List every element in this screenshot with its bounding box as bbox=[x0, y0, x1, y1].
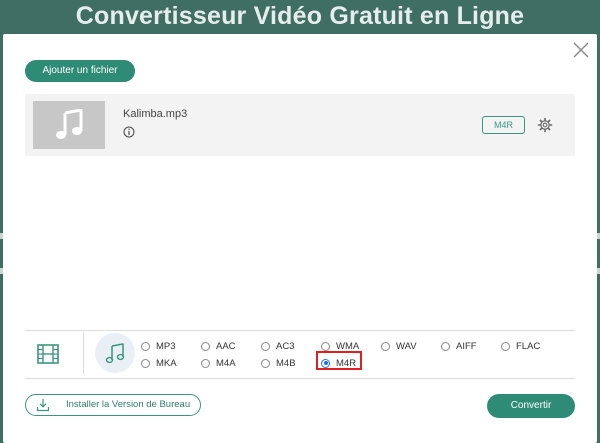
radio-button[interactable] bbox=[141, 341, 150, 351]
gear-icon[interactable] bbox=[537, 117, 553, 133]
radio-button[interactable] bbox=[261, 341, 270, 351]
info-icon[interactable] bbox=[123, 126, 135, 138]
divider bbox=[25, 378, 575, 379]
format-label: M4A bbox=[216, 357, 236, 369]
radio-button[interactable] bbox=[381, 341, 390, 351]
radio-button[interactable] bbox=[201, 341, 210, 351]
format-label: AIFF bbox=[456, 340, 477, 352]
radio-button[interactable] bbox=[261, 358, 270, 368]
tab-divider bbox=[83, 332, 84, 374]
radio-button[interactable] bbox=[501, 341, 510, 351]
format-label: WMA bbox=[336, 340, 360, 352]
output-format-badge[interactable]: M4R bbox=[482, 116, 525, 134]
install-desktop-button[interactable]: Installer la Version de Bureau bbox=[25, 394, 201, 416]
format-option-mp3[interactable]: MP3 bbox=[141, 339, 176, 353]
close-icon[interactable] bbox=[571, 40, 591, 60]
format-option-mka[interactable]: MKA bbox=[141, 356, 177, 370]
music-note-icon bbox=[105, 343, 125, 364]
video-format-tab-icon[interactable] bbox=[36, 342, 60, 366]
format-option-aac[interactable]: AAC bbox=[201, 339, 236, 353]
radio-button[interactable] bbox=[321, 341, 330, 351]
convert-button[interactable]: Convertir bbox=[487, 394, 575, 418]
format-label: FLAC bbox=[516, 340, 541, 352]
format-label: AAC bbox=[216, 340, 236, 352]
file-row: Kalimba.mp3 M4R bbox=[25, 94, 575, 156]
radio-button[interactable] bbox=[201, 358, 210, 368]
file-thumbnail bbox=[33, 101, 105, 149]
format-label: AC3 bbox=[276, 340, 295, 352]
format-label: WAV bbox=[396, 340, 417, 352]
music-note-icon bbox=[56, 109, 83, 139]
file-name: Kalimba.mp3 bbox=[123, 108, 188, 120]
format-option-m4b[interactable]: M4B bbox=[261, 356, 296, 370]
radio-button[interactable] bbox=[441, 341, 450, 351]
format-option-wav[interactable]: WAV bbox=[381, 339, 417, 353]
format-option-m4a[interactable]: M4A bbox=[201, 356, 236, 370]
add-file-button[interactable]: Ajouter un fichier bbox=[25, 60, 135, 82]
converter-dialog: Ajouter un fichier Kalimba.mp3 M4R MP3 A… bbox=[3, 34, 597, 443]
install-button-label: Installer la Version de Bureau bbox=[66, 399, 191, 410]
format-option-ac3[interactable]: AC3 bbox=[261, 339, 294, 353]
selection-highlight-box bbox=[316, 351, 362, 370]
format-label: MP3 bbox=[156, 340, 176, 352]
background-page-title: Convertisseur Vidéo Gratuit en Ligne bbox=[75, 2, 525, 30]
format-option-flac[interactable]: FLAC bbox=[501, 339, 540, 353]
download-icon bbox=[36, 399, 50, 412]
format-label: MKA bbox=[156, 357, 177, 369]
audio-format-tab[interactable] bbox=[95, 333, 135, 373]
divider bbox=[25, 330, 575, 331]
format-option-aiff[interactable]: AIFF bbox=[441, 339, 477, 353]
radio-button[interactable] bbox=[141, 358, 150, 368]
format-label: M4B bbox=[276, 357, 296, 369]
